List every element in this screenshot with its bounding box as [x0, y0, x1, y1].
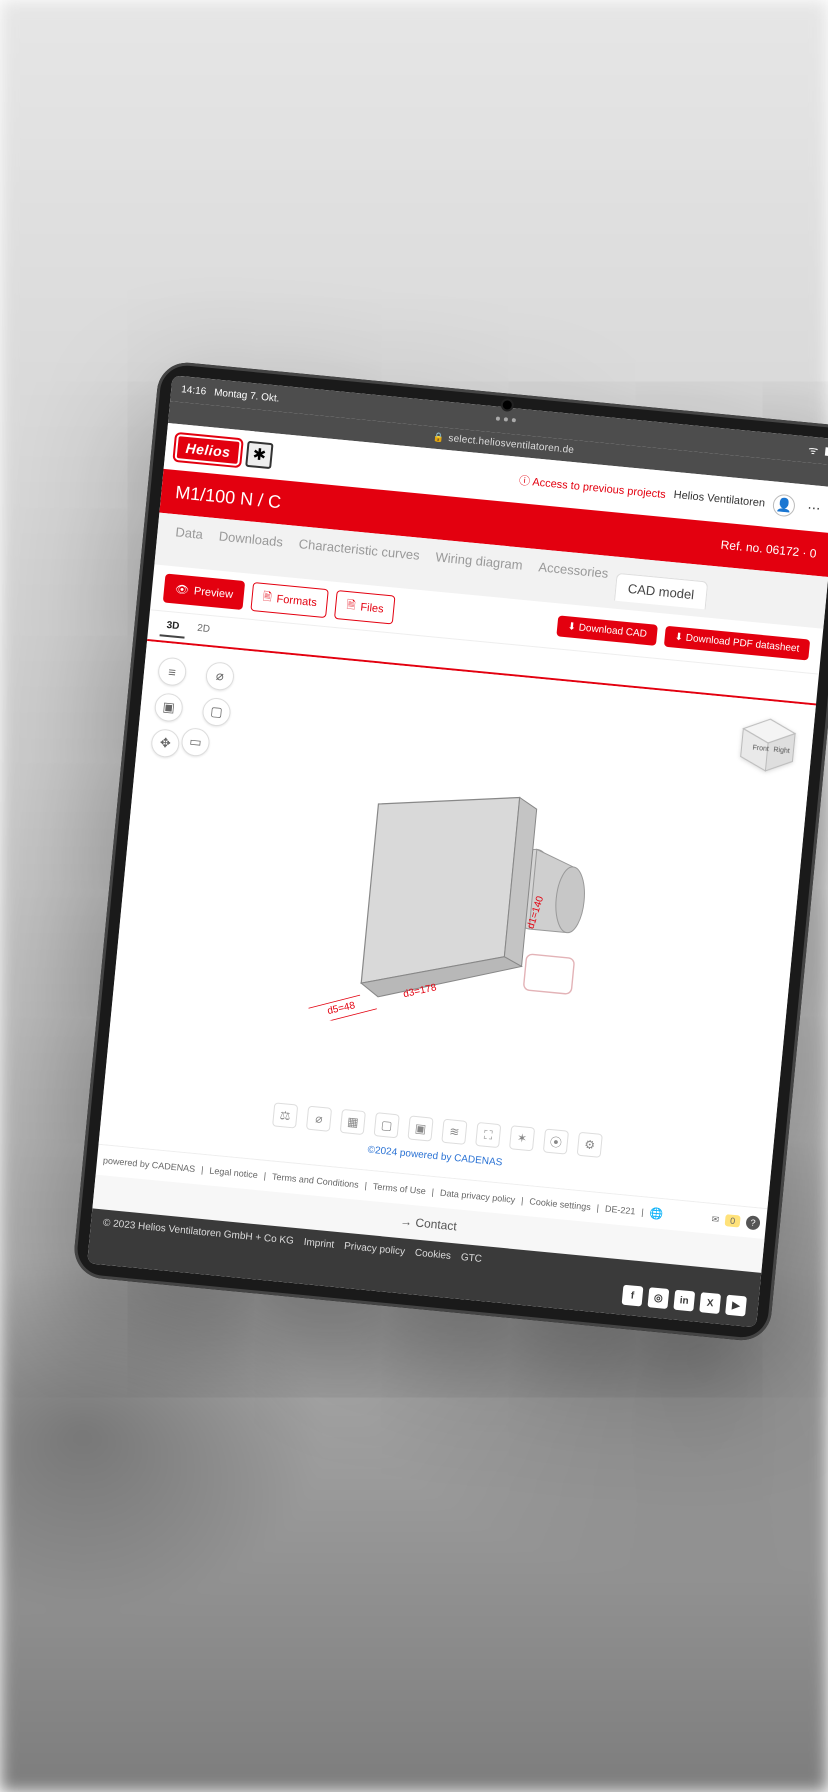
footer-privacy2[interactable]: Privacy policy: [344, 1241, 406, 1258]
company-name: Helios Ventilatoren: [673, 489, 765, 510]
tool-db-icon[interactable]: ⦿: [543, 1128, 569, 1154]
tab-curves[interactable]: Characteristic curves: [296, 536, 420, 581]
tool-mesh-icon[interactable]: ▦: [340, 1109, 366, 1135]
subtab-formats[interactable]: 🗎 Formats: [250, 582, 329, 618]
instagram-icon[interactable]: ◎: [647, 1287, 669, 1309]
mail-badge: 0: [725, 1214, 741, 1227]
tab-downloads[interactable]: Downloads: [216, 528, 283, 568]
tool-cube-icon[interactable]: ▣: [407, 1115, 433, 1141]
product-title: M1/100 N / C: [174, 482, 282, 513]
status-date: Montag 7. Okt.: [214, 387, 280, 404]
wifi-icon: ᯤ: [808, 442, 819, 458]
cube-front-label: Front: [752, 745, 769, 754]
tab-wiring[interactable]: Wiring diagram: [433, 549, 523, 591]
globe-icon[interactable]: 🌐: [649, 1206, 664, 1220]
product-ref: Ref. no. 06172 · 0: [720, 538, 817, 561]
orientation-cube[interactable]: Front Right: [735, 712, 801, 782]
more-icon[interactable]: ⋯: [802, 496, 826, 520]
tool-expand-icon[interactable]: ⛶: [475, 1122, 501, 1148]
linkedin-icon[interactable]: in: [673, 1290, 695, 1312]
subtab-files[interactable]: 🗎 Files: [334, 590, 396, 625]
previous-projects-link[interactable]: ⓘ Access to previous projects: [518, 472, 666, 502]
list-icon[interactable]: ≡: [157, 656, 188, 687]
tool-bounds-icon[interactable]: ▢: [374, 1112, 400, 1138]
facebook-icon[interactable]: f: [622, 1285, 644, 1307]
tab-cad-model[interactable]: CAD model: [614, 573, 709, 610]
view-2d-tab[interactable]: 2D: [190, 618, 217, 641]
move-icon[interactable]: ✥: [150, 728, 181, 759]
view-3d-tab[interactable]: 3D: [160, 615, 187, 638]
box-icon[interactable]: ▢: [201, 697, 232, 728]
file-icon: 🗎: [346, 596, 357, 616]
footer-cadenas[interactable]: powered by CADENAS: [103, 1155, 196, 1174]
brand-fan-icon: ✱: [245, 441, 273, 469]
tab-accessories[interactable]: Accessories: [536, 559, 609, 600]
tool-axes-icon[interactable]: ✶: [509, 1125, 535, 1151]
cube-icon[interactable]: ▣: [153, 692, 184, 723]
cad-viewer[interactable]: ≡ ▣ ✥ ⌀ ▢ ▭ Front Right: [99, 641, 816, 1208]
account-icon[interactable]: 👤: [772, 493, 796, 517]
contact-label: Contact: [415, 1215, 458, 1233]
tool-scale-icon[interactable]: ⚖: [272, 1102, 298, 1128]
tool-settings-icon[interactable]: ⚙: [577, 1132, 603, 1158]
help-icon[interactable]: ?: [745, 1215, 760, 1230]
download-cad-button[interactable]: ⬇ Download CAD: [557, 615, 658, 645]
tool-layers-icon[interactable]: ≋: [441, 1119, 467, 1145]
vr-icon[interactable]: ▭: [180, 727, 211, 758]
tool-cylinder-icon[interactable]: ⌀: [306, 1106, 332, 1132]
youtube-icon[interactable]: ▶: [725, 1295, 747, 1317]
doc-icon: 🗎: [262, 588, 273, 608]
tab-data[interactable]: Data: [173, 524, 204, 560]
download-pdf-button[interactable]: ⬇ Download PDF datasheet: [664, 626, 810, 661]
brand-logo[interactable]: Helios ✱: [174, 434, 273, 469]
footer-terms[interactable]: Terms and Conditions: [272, 1172, 360, 1190]
mail-icon[interactable]: ✉: [711, 1213, 720, 1225]
footer-privacy[interactable]: Data privacy policy: [440, 1188, 516, 1205]
cadenas-credit[interactable]: ©2024 powered by CADENAS: [367, 1145, 503, 1169]
footer-cookies2[interactable]: Cookies: [414, 1248, 451, 1262]
status-time: 14:16: [181, 384, 207, 397]
eye-icon: 👁: [174, 583, 189, 597]
lock-icon: 🔒: [433, 431, 445, 443]
cube-right-label: Right: [773, 747, 790, 756]
footer-imprint[interactable]: Imprint: [303, 1237, 334, 1251]
footer-cookies[interactable]: Cookie settings: [529, 1196, 591, 1212]
cylinder-icon[interactable]: ⌀: [205, 661, 236, 692]
xing-icon[interactable]: X: [699, 1292, 721, 1314]
brand-wordmark: Helios: [174, 434, 241, 466]
footer-locale[interactable]: DE-221: [605, 1204, 636, 1217]
footer-legal[interactable]: Legal notice: [209, 1165, 258, 1180]
arrow-icon: →: [400, 1214, 417, 1229]
subtab-preview[interactable]: 👁 Preview: [163, 574, 246, 611]
product-3d-model[interactable]: d3=178 d5=48 d1=140: [298, 758, 622, 1046]
viewer-tool-row: ⚖ ⌀ ▦ ▢ ▣ ≋ ⛶ ✶ ⦿ ⚙: [272, 1102, 603, 1158]
footer-gtc[interactable]: GTC: [460, 1252, 482, 1265]
battery-icon: ▮: [824, 444, 828, 460]
footer-tou[interactable]: Terms of Use: [372, 1181, 426, 1196]
